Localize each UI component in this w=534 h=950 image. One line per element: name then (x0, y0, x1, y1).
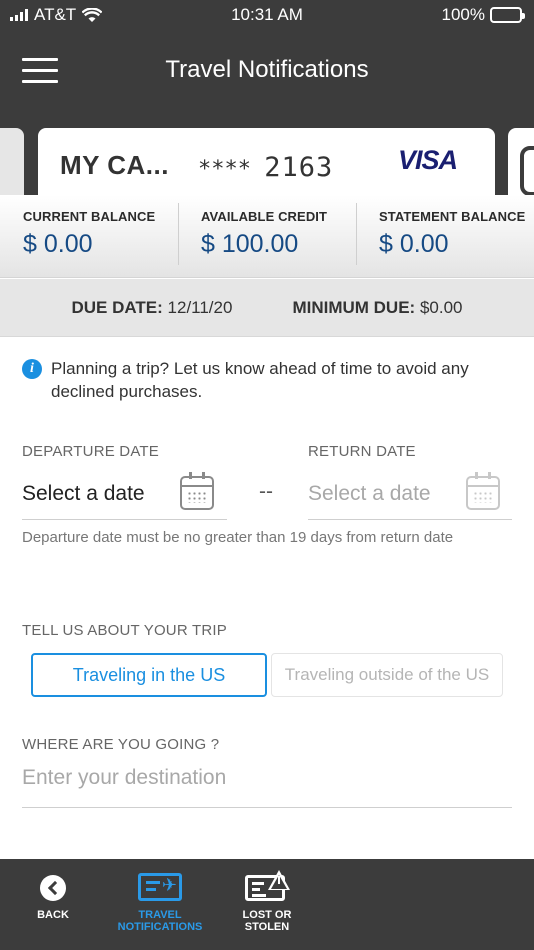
tab-lost-label: LOST OR STOLEN (227, 909, 307, 933)
balance-label: AVAILABLE CREDIT (201, 209, 328, 224)
tab-travel-notifications[interactable]: ✈ TRAVEL NOTIFICATIONS (110, 859, 210, 950)
due-date: DUE DATE: 12/11/20 (72, 298, 233, 318)
date-separator: -- (259, 480, 273, 503)
tab-lost-label-line1: LOST OR (242, 909, 292, 921)
previous-card-peek[interactable] (0, 128, 24, 196)
tab-back-label: BACK (37, 909, 69, 921)
info-text: Planning a trip? Let us know ahead of ti… (51, 359, 469, 401)
return-date-label: RETURN DATE (308, 443, 416, 460)
destination-input[interactable] (22, 758, 512, 790)
travel-card-icon: ✈ (138, 873, 182, 901)
alert-card-icon (245, 870, 290, 901)
info-message: i Planning a trip? Let us know ahead of … (22, 357, 502, 403)
destination-label: WHERE ARE YOU GOING ? (22, 736, 220, 753)
statement-balance: STATEMENT BALANCE $ 0.00 (356, 195, 534, 277)
return-date-placeholder: Select a date (308, 482, 431, 505)
calendar-icon[interactable] (466, 472, 500, 510)
card-last4: 2163 (264, 152, 334, 183)
trip-type-selector: Traveling in the US Traveling outside of… (31, 653, 503, 697)
departure-date-value: Select a date (22, 482, 145, 505)
departure-date-label: DEPARTURE DATE (22, 443, 159, 460)
minimum-due-value: $0.00 (419, 297, 463, 317)
balance-value: $ 0.00 (379, 230, 449, 258)
tab-lost-or-stolen[interactable]: LOST OR STOLEN (227, 859, 307, 950)
option-traveling-outside-us[interactable]: Traveling outside of the US (271, 653, 503, 697)
balance-label: STATEMENT BALANCE (379, 209, 526, 224)
visa-logo: VISA (397, 145, 458, 175)
credit-card[interactable]: MY CA... **** 2163 VISA (38, 128, 495, 196)
card-name: MY CA... (60, 150, 169, 180)
trip-type-label: TELL US ABOUT YOUR TRIP (22, 622, 227, 639)
status-right: 100% (441, 5, 525, 25)
tab-back[interactable]: BACK (18, 859, 88, 950)
available-credit: AVAILABLE CREDIT $ 100.00 (178, 195, 356, 277)
minimum-due: MINIMUM DUE: $0.00 (292, 298, 462, 318)
card-number-mask: **** (198, 157, 251, 182)
balance-value: $ 100.00 (201, 230, 299, 258)
status-bar: AT&T 10:31 AM 100% (0, 0, 534, 30)
card-number: **** 2163 (198, 152, 333, 183)
page-title: Travel Notifications (165, 56, 369, 83)
calendar-icon[interactable] (180, 472, 214, 510)
tab-travel-label-line1: TRAVEL (138, 909, 182, 921)
destination-field[interactable] (22, 758, 512, 808)
balance-label: CURRENT BALANCE (23, 209, 156, 224)
current-balance: CURRENT BALANCE $ 0.00 (0, 195, 178, 277)
due-date-value: 12/11/20 (167, 297, 233, 317)
date-hint: Departure date must be no greater than 1… (22, 529, 454, 546)
minimum-due-label: MINIMUM DUE: (292, 297, 416, 317)
battery-icon (490, 7, 525, 23)
next-card-peek[interactable] (508, 128, 534, 196)
tab-lost-label-line2: STOLEN (244, 921, 290, 933)
return-date-field[interactable]: Select a date (308, 470, 512, 520)
due-info-row: DUE DATE: 12/11/20 MINIMUM DUE: $0.00 (0, 279, 534, 337)
balance-summary: CURRENT BALANCE $ 0.00 AVAILABLE CREDIT … (0, 195, 534, 278)
battery-percent: 100% (441, 5, 485, 24)
navigation-bar: Travel Notifications (0, 40, 534, 100)
departure-date-field[interactable]: Select a date (22, 470, 227, 520)
tab-travel-label-line2: NOTIFICATIONS (117, 921, 203, 933)
back-icon (40, 875, 66, 901)
bottom-tab-bar: BACK ✈ TRAVEL NOTIFICATIONS LOST OR STOLEN (0, 859, 534, 950)
info-icon: i (22, 359, 42, 379)
option-traveling-in-us[interactable]: Traveling in the US (31, 653, 267, 697)
due-date-label: DUE DATE: (71, 297, 163, 317)
tab-travel-label: TRAVEL NOTIFICATIONS (110, 909, 210, 933)
balance-value: $ 0.00 (23, 230, 93, 258)
